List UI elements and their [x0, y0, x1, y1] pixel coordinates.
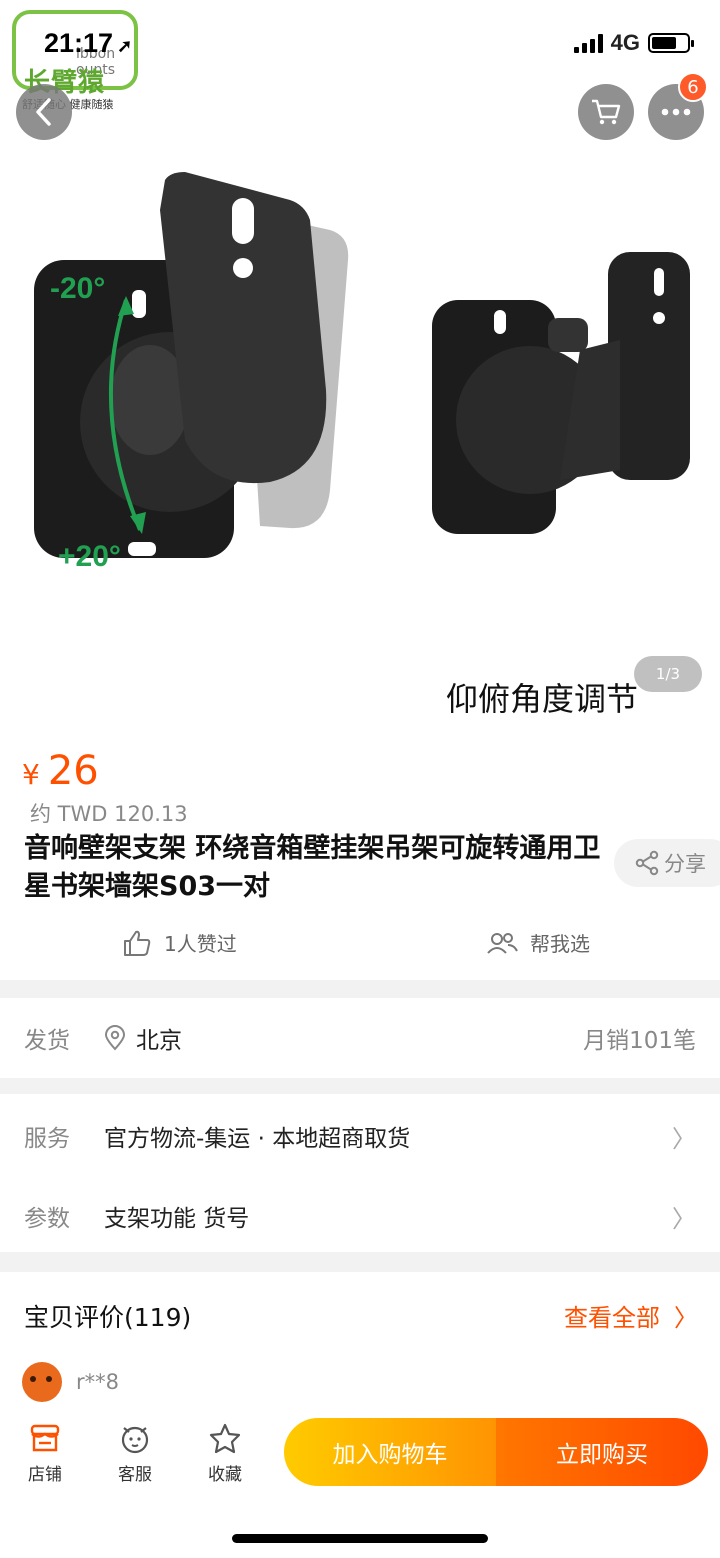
avatar: [22, 1362, 62, 1402]
buy-now-button[interactable]: 立即购买: [496, 1418, 708, 1486]
help-choose-button[interactable]: 帮我选: [486, 928, 590, 957]
store-icon: [30, 1424, 60, 1452]
twd-price: 约 TWD 120.13: [30, 802, 188, 826]
store-label: 店铺: [28, 1465, 62, 1485]
favorite-label: 收藏: [208, 1465, 242, 1485]
network-type: 4G: [610, 30, 640, 55]
status-time-text: 21:17: [44, 28, 114, 58]
status-bar: 21:17 ➚ 4G: [0, 0, 720, 88]
product-gallery[interactable]: ibbon ounts 长臂猿 舒适随心 健康随猿 -20° +20°: [0, 0, 720, 722]
share-button[interactable]: 分享: [614, 839, 720, 887]
status-time: 21:17 ➚: [44, 28, 132, 59]
shipping-label: 发货: [24, 1028, 70, 1054]
reviewer-name: r**8: [76, 1370, 119, 1394]
signal-icon: [573, 33, 603, 53]
share-label: 分享: [664, 852, 706, 876]
price: ¥ 26: [22, 748, 99, 794]
angle-label-bottom: +20°: [58, 540, 121, 573]
image-caption: 仰俯角度调节: [446, 680, 639, 718]
params-row[interactable]: 参数 支架功能 货号 〉: [0, 1176, 720, 1256]
people-icon: [487, 932, 518, 954]
shipping-location: 北京: [136, 1028, 182, 1054]
bottom-action-bar: 店铺 客服 收藏 加入购物车 立即购买: [0, 1404, 720, 1558]
view-all-label: 查看全部: [564, 1304, 660, 1332]
more-dots-icon: [661, 108, 691, 116]
params-label: 参数: [24, 1206, 70, 1232]
cart-icon: [592, 99, 621, 125]
add-to-cart-button[interactable]: 加入购物车: [284, 1418, 496, 1486]
more-button[interactable]: 6: [648, 72, 708, 140]
location-arrow-icon: ➚: [117, 36, 133, 56]
view-all-reviews-link[interactable]: 查看全部 〉: [564, 1298, 698, 1333]
back-button[interactable]: [16, 84, 72, 140]
location-pin-icon: [104, 1025, 126, 1051]
star-icon: [209, 1423, 241, 1454]
customer-service-label: 客服: [118, 1465, 152, 1485]
reviews-title: 宝贝评价(119): [24, 1303, 192, 1332]
thumbs-up-icon: [124, 930, 151, 956]
params-value: 支架功能 货号: [104, 1206, 250, 1232]
service-row[interactable]: 服务 官方物流-集运 · 本地超商取货 〉: [0, 1096, 720, 1176]
chevron-right-icon: 〉: [674, 1304, 698, 1332]
home-indicator[interactable]: [232, 1534, 488, 1543]
currency-symbol: ¥: [22, 758, 40, 791]
product-image: -20° +20°: [34, 172, 690, 573]
store-button[interactable]: 店铺: [10, 1422, 80, 1485]
cart-button[interactable]: [578, 84, 634, 140]
likes-button[interactable]: 1人赞过: [122, 928, 237, 957]
favorite-button[interactable]: 收藏: [190, 1422, 260, 1485]
shipping-row: 发货 北京 月销101笔: [0, 998, 720, 1078]
monthly-sales: 月销101笔: [583, 1028, 696, 1054]
chevron-right-icon: 〉: [672, 1204, 696, 1233]
chevron-left-icon: [36, 98, 51, 126]
shipping-card: 发货 北京 月销101笔: [0, 998, 720, 1078]
product-info-card: ¥ 26 约 TWD 120.13 音响壁架支架 环绕音箱壁挂架吊架可旋转通用卫…: [0, 722, 720, 980]
details-card: 服务 官方物流-集运 · 本地超商取货 〉 参数 支架功能 货号 〉: [0, 1094, 720, 1252]
share-icon: [635, 850, 659, 876]
image-pager: 1/3: [634, 656, 702, 692]
battery-icon: [648, 33, 694, 53]
price-value: 26: [47, 748, 99, 794]
service-label: 服务: [24, 1126, 70, 1152]
service-value: 官方物流-集运 · 本地超商取货: [104, 1126, 411, 1152]
reviews-section: 宝贝评价(119) 查看全部 〉 r**8: [0, 1272, 720, 1412]
chevron-right-icon: 〉: [672, 1124, 696, 1153]
likes-label: 1人赞过: [164, 932, 237, 956]
product-title: 音响壁架支架 环绕音箱壁挂架吊架可旋转通用卫星书架墙架S03一对: [24, 833, 601, 902]
angle-label-top: -20°: [50, 272, 105, 305]
help-choose-label: 帮我选: [530, 932, 590, 956]
customer-service-button[interactable]: 客服: [100, 1422, 170, 1485]
reviewer: r**8: [22, 1362, 119, 1402]
service-face-icon: [121, 1426, 149, 1454]
